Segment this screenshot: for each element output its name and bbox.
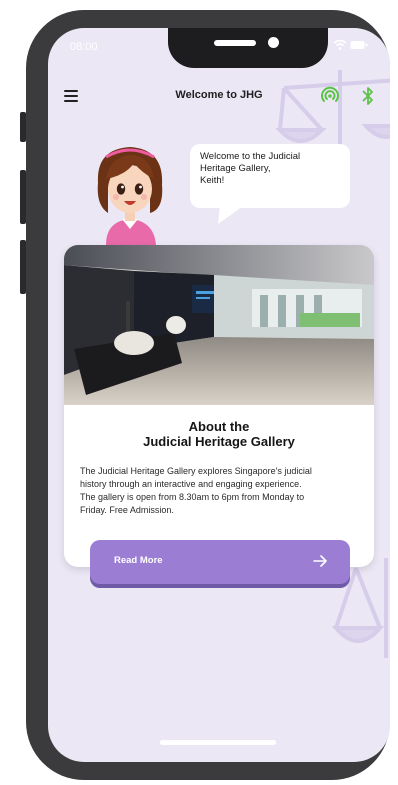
app-header: Welcome to JHG [48, 80, 390, 116]
card-description: The Judicial Heritage Gallery explores S… [80, 465, 364, 517]
about-card: About the Judicial Heritage Gallery The … [64, 245, 374, 567]
greeting-username: Keith! [200, 175, 225, 186]
gallery-photo [64, 245, 374, 405]
greeting-line: Welcome to the Judicial [200, 151, 301, 162]
read-more-button[interactable]: Read More [90, 540, 350, 584]
nfc-icon[interactable] [320, 86, 340, 106]
home-indicator[interactable] [160, 740, 276, 745]
read-more-label: Read More [114, 555, 163, 566]
battery-icon [350, 41, 368, 49]
phone-side-button [20, 112, 26, 142]
phone-notch [168, 28, 328, 68]
front-camera [268, 37, 279, 48]
speech-bubble: Welcome to the Judicial Heritage Gallery… [190, 144, 350, 208]
speech-bubble-tail [218, 204, 246, 224]
avatar [97, 147, 163, 245]
phone-side-button [20, 170, 26, 224]
card-heading-line: Judicial Heritage Gallery [143, 434, 295, 449]
phone-side-button [20, 240, 26, 294]
description-line: history through an interactive and engag… [80, 479, 302, 489]
greeting-line: Heritage Gallery, [200, 163, 271, 174]
description-line: The Judicial Heritage Gallery explores S… [80, 466, 312, 476]
card-heading-line: About the [188, 419, 250, 434]
status-time: 08:00 [70, 41, 98, 53]
app-screen: 08:00 Welcome to JHG Welcome to the Judi… [48, 28, 390, 762]
status-icons [333, 39, 368, 53]
card-heading: About the Judicial Heritage Gallery [64, 419, 374, 449]
description-line: The gallery is open from 8.30am to 6pm f… [80, 492, 305, 502]
speaker-grille [214, 40, 256, 46]
description-line: Friday. Free Admission. [80, 505, 174, 515]
wifi-icon [333, 39, 347, 50]
arrow-right-icon [313, 555, 327, 567]
bluetooth-icon[interactable] [360, 86, 376, 106]
